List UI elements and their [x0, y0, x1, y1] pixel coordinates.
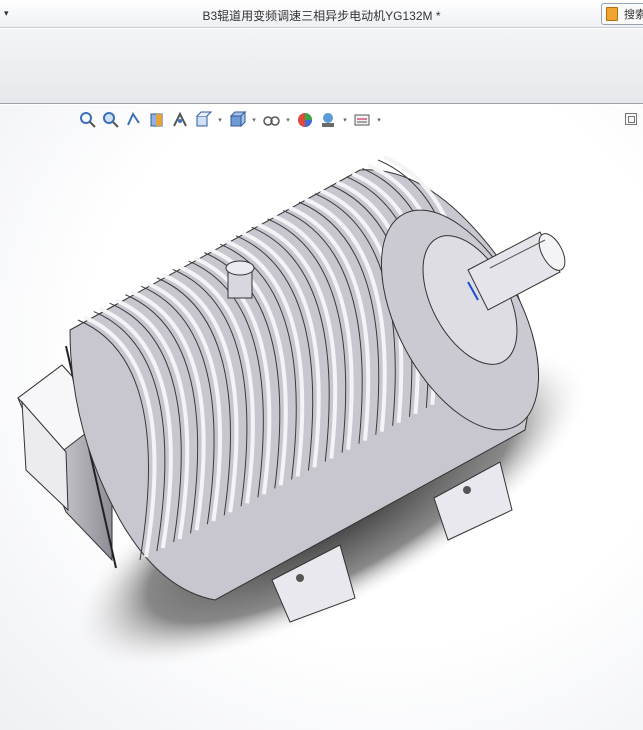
dropdown-caret-icon[interactable]: ▾ [375, 116, 383, 124]
heads-up-view-toolbar: ▾ ▾ ▾ ▾ ▾ [78, 109, 383, 131]
motor-3d-model[interactable] [0, 105, 643, 730]
view-orientation-icon[interactable] [193, 110, 213, 130]
edit-appearance-icon[interactable] [295, 110, 315, 130]
previous-view-icon[interactable] [124, 110, 144, 130]
help-book-icon [606, 7, 618, 21]
dropdown-caret-icon[interactable]: ▾ [250, 116, 258, 124]
dropdown-caret-icon[interactable]: ▾ [341, 116, 349, 124]
search-box[interactable]: 搜索 [601, 3, 643, 25]
dropdown-caret-icon[interactable]: ▾ [216, 116, 224, 124]
hide-show-items-icon[interactable] [261, 110, 281, 130]
dynamic-annotation-icon[interactable] [170, 110, 190, 130]
command-ribbon [0, 29, 643, 104]
zoom-to-fit-icon[interactable] [78, 110, 98, 130]
graphics-area[interactable]: ▾ ▾ ▾ ▾ ▾ [0, 105, 643, 730]
lifting-eye [225, 260, 255, 299]
section-view-icon[interactable] [147, 110, 167, 130]
dropdown-caret-icon[interactable]: ▾ [284, 116, 292, 124]
apply-scene-icon[interactable] [318, 110, 338, 130]
search-label: 搜索 [624, 9, 643, 21]
window-title: B3辊道用变频调速三相异步电动机YG132M * [202, 9, 441, 23]
title-bar: ▾ B3辊道用变频调速三相异步电动机YG132M * 搜索 [0, 0, 643, 28]
zoom-to-area-icon[interactable] [101, 110, 121, 130]
restore-view-icon[interactable] [625, 113, 637, 125]
view-settings-icon[interactable] [352, 110, 372, 130]
display-style-icon[interactable] [227, 110, 247, 130]
